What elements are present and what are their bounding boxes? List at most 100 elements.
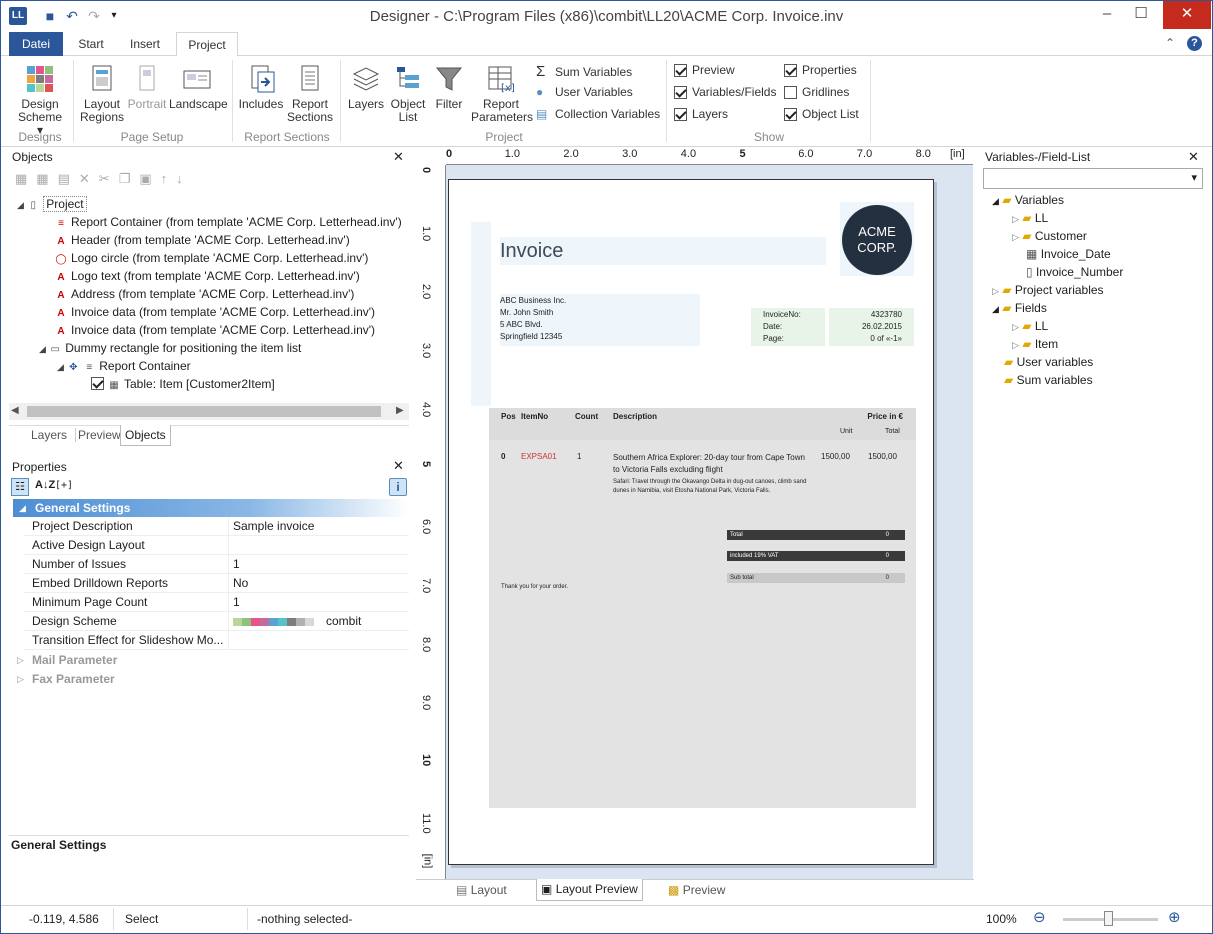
invoice-meta-values[interactable]: 4323780 26.02.2015 0 of «-1» bbox=[829, 308, 914, 346]
help-icon[interactable]: ? bbox=[1187, 36, 1202, 51]
tab-layout-preview[interactable]: ▣ Layout Preview bbox=[536, 879, 643, 901]
zoom-in-icon[interactable]: ⊕ bbox=[1168, 908, 1181, 926]
copy-icon[interactable]: ❐ bbox=[119, 171, 140, 186]
tree-node-report-container-2[interactable]: ◢ ✥ ≡ Report Container bbox=[57, 357, 191, 375]
user-variables-button[interactable]: ● User Variables bbox=[536, 85, 633, 99]
cut-icon[interactable]: ✂ bbox=[99, 171, 119, 186]
section-fax-parameter[interactable]: ▷ Fax Parameter bbox=[13, 670, 409, 689]
paste-icon[interactable]: ▣ bbox=[139, 171, 160, 186]
tab-insert[interactable]: Insert bbox=[119, 32, 171, 56]
object-list-checkbox[interactable]: Object List bbox=[784, 107, 859, 121]
move-up-icon[interactable]: ↑ bbox=[161, 171, 177, 186]
var-node-user-variables[interactable]: ▰ User variables bbox=[1004, 353, 1093, 371]
gridlines-checkbox[interactable]: Gridlines bbox=[784, 85, 849, 99]
layers-button[interactable]: Layers bbox=[345, 62, 387, 111]
tree-node-address[interactable]: A Address (from template 'ACME Corp. Lett… bbox=[55, 285, 354, 303]
variables-fields-checkbox[interactable]: Variables/Fields bbox=[674, 85, 776, 99]
tab-layers[interactable]: Layers bbox=[31, 428, 67, 442]
var-node-variables[interactable]: ◢ ▰ Variables bbox=[992, 191, 1064, 209]
report-container[interactable]: Pos ItemNo Count Description Price in € … bbox=[489, 408, 916, 808]
minimize-button[interactable]: – bbox=[1090, 1, 1124, 29]
filter-button[interactable]: Filter bbox=[429, 62, 469, 111]
invoice-heading[interactable]: Invoice bbox=[500, 237, 826, 265]
info-icon[interactable]: i bbox=[389, 478, 407, 496]
tab-preview[interactable]: Preview bbox=[75, 428, 121, 442]
close-icon[interactable]: ✕ bbox=[1188, 149, 1199, 165]
new-object-icon[interactable]: ▦ bbox=[15, 171, 36, 186]
left-ruler: 0 1.0 2.0 3.0 4.0 5 6.0 7.0 8.0 9.0 10 11.0 [in] bbox=[416, 165, 446, 879]
includes-button[interactable]: Includes bbox=[237, 62, 285, 111]
tree-node-invoice-data[interactable]: A Invoice data (from template 'ACME Corp.… bbox=[55, 321, 375, 339]
tree-node-header[interactable]: A Header (from template 'ACME Corp. Lette… bbox=[55, 231, 349, 249]
property-row[interactable]: Transition Effect for Slideshow Mo... bbox=[24, 631, 409, 650]
scroll-left-icon[interactable]: ◀ bbox=[11, 405, 19, 416]
portrait-button[interactable]: Portrait bbox=[125, 62, 169, 111]
tree-node-project[interactable]: ◢ ▯ Project bbox=[17, 195, 87, 213]
invoice-meta-labels[interactable]: InvoiceNo: Date: Page: bbox=[751, 308, 825, 346]
var-node-invoice-date[interactable]: ▦ Invoice_Date bbox=[1026, 245, 1111, 263]
tree-node-invoice-data[interactable]: A Invoice data (from template 'ACME Corp.… bbox=[55, 303, 375, 321]
tab-project[interactable]: Project bbox=[176, 32, 238, 57]
address-block[interactable]: ABC Business Inc. Mr. John Smith 5 ABC Blv… bbox=[500, 294, 700, 346]
move-down-icon[interactable]: ↓ bbox=[176, 171, 192, 186]
expand-all-icon[interactable]: [+] bbox=[55, 480, 73, 491]
collapse-ribbon-icon[interactable]: ⌃ bbox=[1165, 36, 1175, 50]
invoice-page[interactable]: Invoice ACME CORP. ABC Business Inc. Mr. … bbox=[448, 179, 934, 865]
close-button[interactable]: ✕ bbox=[1163, 1, 1211, 29]
var-node-fields[interactable]: ◢ ▰ Fields bbox=[992, 299, 1047, 317]
property-row[interactable]: Active Design Layout bbox=[24, 536, 409, 555]
tab-preview-center[interactable]: ▩ Preview bbox=[668, 883, 725, 897]
layers-checkbox[interactable]: Layers bbox=[674, 107, 728, 121]
var-node-project-variables[interactable]: ▷ ▰ Project variables bbox=[992, 281, 1104, 299]
section-general-settings[interactable]: ◢ General Settings bbox=[13, 499, 409, 517]
property-row[interactable]: Minimum Page Count 1 bbox=[24, 593, 409, 612]
tab-datei[interactable]: Datei bbox=[9, 32, 63, 56]
object-list-button[interactable]: Object List bbox=[387, 62, 429, 124]
varlist-filter-dropdown[interactable]: ▾ bbox=[983, 168, 1203, 189]
maximize-button[interactable]: ☐ bbox=[1124, 1, 1158, 29]
var-node-item[interactable]: ▷ ▰ Item bbox=[1012, 335, 1058, 353]
zoom-out-icon[interactable]: ⊖ bbox=[1033, 908, 1046, 926]
var-node-ll[interactable]: ▷ ▰ LL bbox=[1012, 209, 1048, 227]
logo-circle[interactable]: ACME CORP. bbox=[842, 205, 912, 275]
collection-variables-button[interactable]: ▤ Collection Variables bbox=[536, 107, 660, 121]
tree-node-dummy-rectangle[interactable]: ◢ ▭ Dummy rectangle for positioning the i… bbox=[39, 339, 301, 357]
tree-node-table-item[interactable]: ▦ Table: Item [Customer2Item] bbox=[91, 375, 275, 393]
close-icon[interactable]: ✕ bbox=[393, 149, 404, 165]
tree-node-logo-circle[interactable]: ◯ Logo circle (from template 'ACME Corp. … bbox=[55, 249, 368, 267]
design-scheme-button[interactable]: Design Scheme ▾ bbox=[15, 62, 65, 137]
properties-icon[interactable]: ▤ bbox=[58, 171, 79, 186]
sort-alphabetical-icon[interactable]: A↓Z bbox=[35, 479, 55, 491]
report-sections-button[interactable]: Report Sections bbox=[286, 62, 334, 124]
categorized-view-icon[interactable]: ☷ bbox=[11, 478, 29, 496]
sum-variables-button[interactable]: Σ Sum Variables bbox=[536, 63, 632, 80]
tab-layout[interactable]: ▤ Layout bbox=[456, 883, 507, 897]
tree-node-logo-text[interactable]: A Logo text (from template 'ACME Corp. Le… bbox=[55, 267, 359, 285]
close-icon[interactable]: ✕ bbox=[393, 458, 404, 474]
preview-checkbox[interactable]: Preview bbox=[674, 63, 735, 77]
var-node-customer[interactable]: ▷ ▰ Customer bbox=[1012, 227, 1087, 245]
var-node-sum-variables[interactable]: ▰ Sum variables bbox=[1004, 371, 1093, 389]
horizontal-scrollbar[interactable]: ◀ ▶ bbox=[9, 403, 409, 420]
scrollbar-thumb[interactable] bbox=[27, 406, 381, 417]
layout-regions-button[interactable]: Layout Regions bbox=[79, 62, 125, 124]
zoom-slider-thumb[interactable] bbox=[1104, 911, 1113, 926]
tree-node-report-container[interactable]: ≡ Report Container (from template 'ACME C… bbox=[55, 213, 402, 231]
properties-checkbox[interactable]: Properties bbox=[784, 63, 857, 77]
property-row-design-scheme[interactable]: Design Scheme combit bbox=[24, 612, 409, 631]
table-row[interactable]: 0 EXPSA01 1 Southern Africa Explorer: 20… bbox=[489, 450, 916, 510]
report-parameters-button[interactable]: [x] Report Parameters bbox=[471, 62, 533, 124]
delete-icon[interactable]: ✕ bbox=[79, 171, 99, 186]
tab-objects[interactable]: Objects bbox=[120, 425, 171, 446]
new-container-icon[interactable]: ▦ bbox=[36, 171, 57, 186]
var-node-fields-ll[interactable]: ▷ ▰ LL bbox=[1012, 317, 1048, 335]
tab-start[interactable]: Start bbox=[67, 32, 115, 56]
scroll-right-icon[interactable]: ▶ bbox=[396, 405, 404, 416]
var-node-invoice-number[interactable]: ▯ Invoice_Number bbox=[1026, 263, 1123, 281]
landscape-button[interactable]: Landscape bbox=[169, 62, 228, 111]
workspace[interactable]: Invoice ACME CORP. ABC Business Inc. Mr. … bbox=[446, 165, 973, 879]
section-mail-parameter[interactable]: ▷ Mail Parameter bbox=[13, 651, 409, 670]
property-row[interactable]: Number of Issues 1 bbox=[24, 555, 409, 574]
property-row[interactable]: Embed Drilldown Reports No bbox=[24, 574, 409, 593]
property-row[interactable]: Project Description Sample invoice bbox=[24, 517, 409, 536]
